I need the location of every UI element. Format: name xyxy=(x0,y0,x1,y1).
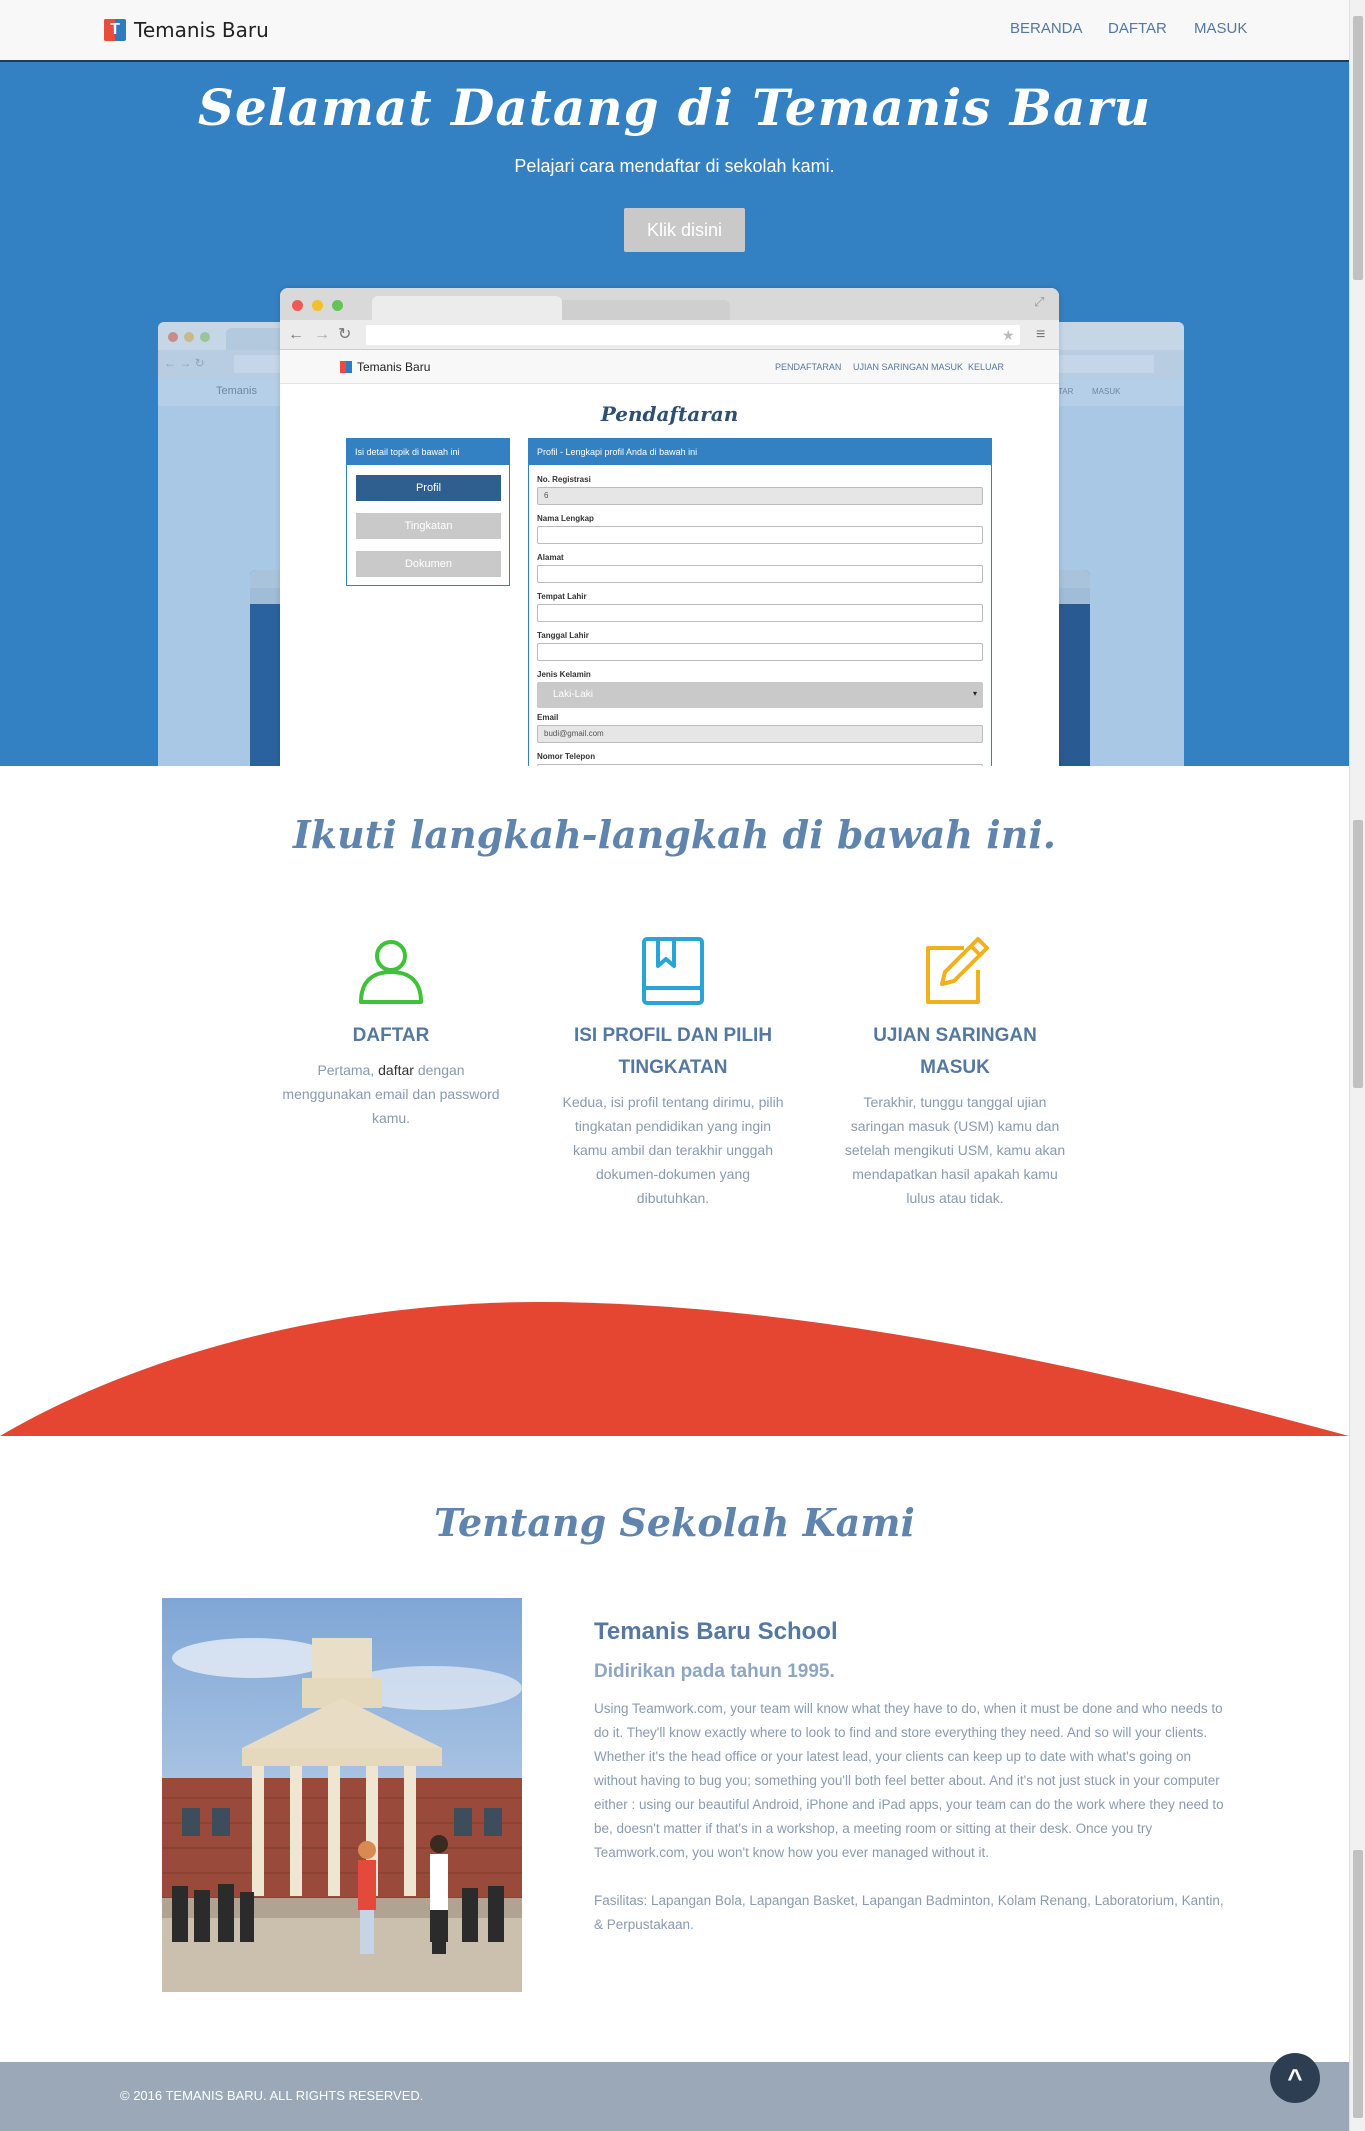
step-ujian: UJIAN SARINGAN MASUK Terakhir, tunggu ta… xyxy=(840,936,1070,1210)
preview-profile-panel: Profil - Lengkapi profil Anda di bawah i… xyxy=(528,438,992,766)
hero-cta-button[interactable]: Klik disini xyxy=(624,208,745,252)
preview-back-brand: Temanis xyxy=(216,385,257,397)
preview-back-link-1: TAR xyxy=(1058,387,1074,396)
preview-title: Pendaftaran xyxy=(600,402,739,426)
preview-browser-window: ⤢ ← → ↻ ★ ≡ Temanis Baru PENDAFTARAN UJI… xyxy=(280,288,1059,766)
steps-heading: Ikuti langkah-langkah di bawah ini. xyxy=(293,812,1056,857)
reload-icon: ↻ xyxy=(338,326,352,343)
school-description: Using Teamwork.com, your team will know … xyxy=(594,1701,1224,1860)
hero-subtitle: Pelajari cara mendaftar di sekolah kami. xyxy=(514,156,835,176)
step-text: Terakhir, tunggu tanggal ujian saringan … xyxy=(844,1094,1066,1206)
preview-brand: Temanis Baru xyxy=(357,360,431,374)
brand-name: Temanis Baru xyxy=(134,18,269,42)
nav-beranda[interactable]: BERANDA xyxy=(1010,20,1083,37)
preview-profile-panel-head: Profil - Lengkapi profil Anda di bawah i… xyxy=(529,439,991,465)
copyright-text: © 2016 TEMANIS BARU. ALL RIGHTS RESERVED… xyxy=(120,2088,424,2103)
field-input xyxy=(537,565,983,583)
select-caret-icon: ▾ xyxy=(973,689,978,698)
step-profil: ISI PROFIL DAN PILIH TINGKATAN Kedua, is… xyxy=(558,936,788,1210)
step-title: DAFTAR xyxy=(352,1025,430,1046)
back-to-top-button[interactable]: ^ xyxy=(1270,2053,1320,2103)
user-icon xyxy=(359,940,423,1004)
field-label: Email xyxy=(537,713,559,722)
field-label: No. Registrasi xyxy=(537,475,591,484)
nav-daftar[interactable]: DAFTAR xyxy=(1108,20,1167,37)
field-input xyxy=(537,643,983,661)
star-icon: ★ xyxy=(1002,327,1015,343)
page-scrollbar[interactable] xyxy=(1349,0,1365,2131)
field-label: Tempat Lahir xyxy=(537,592,587,601)
preview-topic-panel: Isi detail topik di bawah ini Profil Tin… xyxy=(346,438,510,586)
step-text: Kedua, isi profil tentang dirimu, pilih … xyxy=(562,1094,784,1206)
preview-profil-button: Profil xyxy=(356,475,501,501)
navbar: Temanis Baru BERANDA DAFTAR MASUK xyxy=(0,0,1349,62)
school-founded: Didirikan pada tahun 1995. xyxy=(594,1661,835,1682)
school-name: Temanis Baru School xyxy=(594,1618,838,1645)
preview-back-link-2: MASUK xyxy=(1092,387,1121,396)
field-input: budi@gmail.com xyxy=(537,725,983,743)
brand-link[interactable]: Temanis Baru xyxy=(104,18,269,42)
back-icon: ← xyxy=(288,326,304,343)
edit-icon xyxy=(926,937,989,1004)
chevron-up-icon: ^ xyxy=(1287,2063,1303,2093)
book-icon xyxy=(642,937,704,1005)
school-photo xyxy=(162,1598,522,1992)
field-label: Alamat xyxy=(537,553,564,562)
field-select: Laki-Laki xyxy=(537,682,983,708)
logo-icon xyxy=(104,19,126,41)
hero-title: Selamat Datang di Temanis Baru xyxy=(197,78,1152,137)
footer: © 2016 TEMANIS BARU. ALL RIGHTS RESERVED… xyxy=(0,2062,1349,2131)
preview-nav-ujian: UJIAN SARINGAN MASUK xyxy=(853,362,964,372)
nav-masuk[interactable]: MASUK xyxy=(1194,20,1247,37)
step-text: Pertama, daftar dengan menggunakan email… xyxy=(282,1062,500,1126)
preview-nav-pendaftaran: PENDAFTARAN xyxy=(775,362,842,372)
hero-section: Selamat Datang di Temanis Baru Pelajari … xyxy=(0,62,1349,766)
step-title: ISI PROFIL DAN PILIH TINGKATAN xyxy=(573,1025,773,1078)
field-label: Nama Lengkap xyxy=(537,514,594,523)
preview-nav-keluar: KELUAR xyxy=(968,362,1005,372)
field-label: Nomor Telepon xyxy=(537,752,596,761)
daftar-link[interactable]: daftar xyxy=(378,1062,414,1078)
field-input xyxy=(537,604,983,622)
step-daftar: DAFTAR Pertama, daftar dengan menggunaka… xyxy=(276,936,506,1130)
preview-logo-icon xyxy=(340,361,352,373)
preview-dokumen-button: Dokumen xyxy=(356,551,501,577)
preview-tingkatan-button: Tingkatan xyxy=(356,513,501,539)
red-wave-divider xyxy=(0,1302,1349,1436)
field-input xyxy=(537,526,983,544)
scrollbar-thumb[interactable] xyxy=(1353,16,1363,280)
preview-topic-panel-head: Isi detail topik di bawah ini xyxy=(347,439,509,465)
field-input xyxy=(537,764,983,766)
field-label: Tanggal Lahir xyxy=(537,631,589,640)
forward-icon: → xyxy=(314,326,330,343)
step-title: UJIAN SARINGAN MASUK xyxy=(873,1025,1037,1078)
menu-icon: ≡ xyxy=(1036,326,1046,343)
about-heading: Tentang Sekolah Kami xyxy=(434,1500,915,1545)
school-facilities: Fasilitas: Lapangan Bola, Lapangan Baske… xyxy=(594,1893,1224,1932)
field-label: Jenis Kelamin xyxy=(537,670,591,679)
field-input: 6 xyxy=(537,487,983,505)
